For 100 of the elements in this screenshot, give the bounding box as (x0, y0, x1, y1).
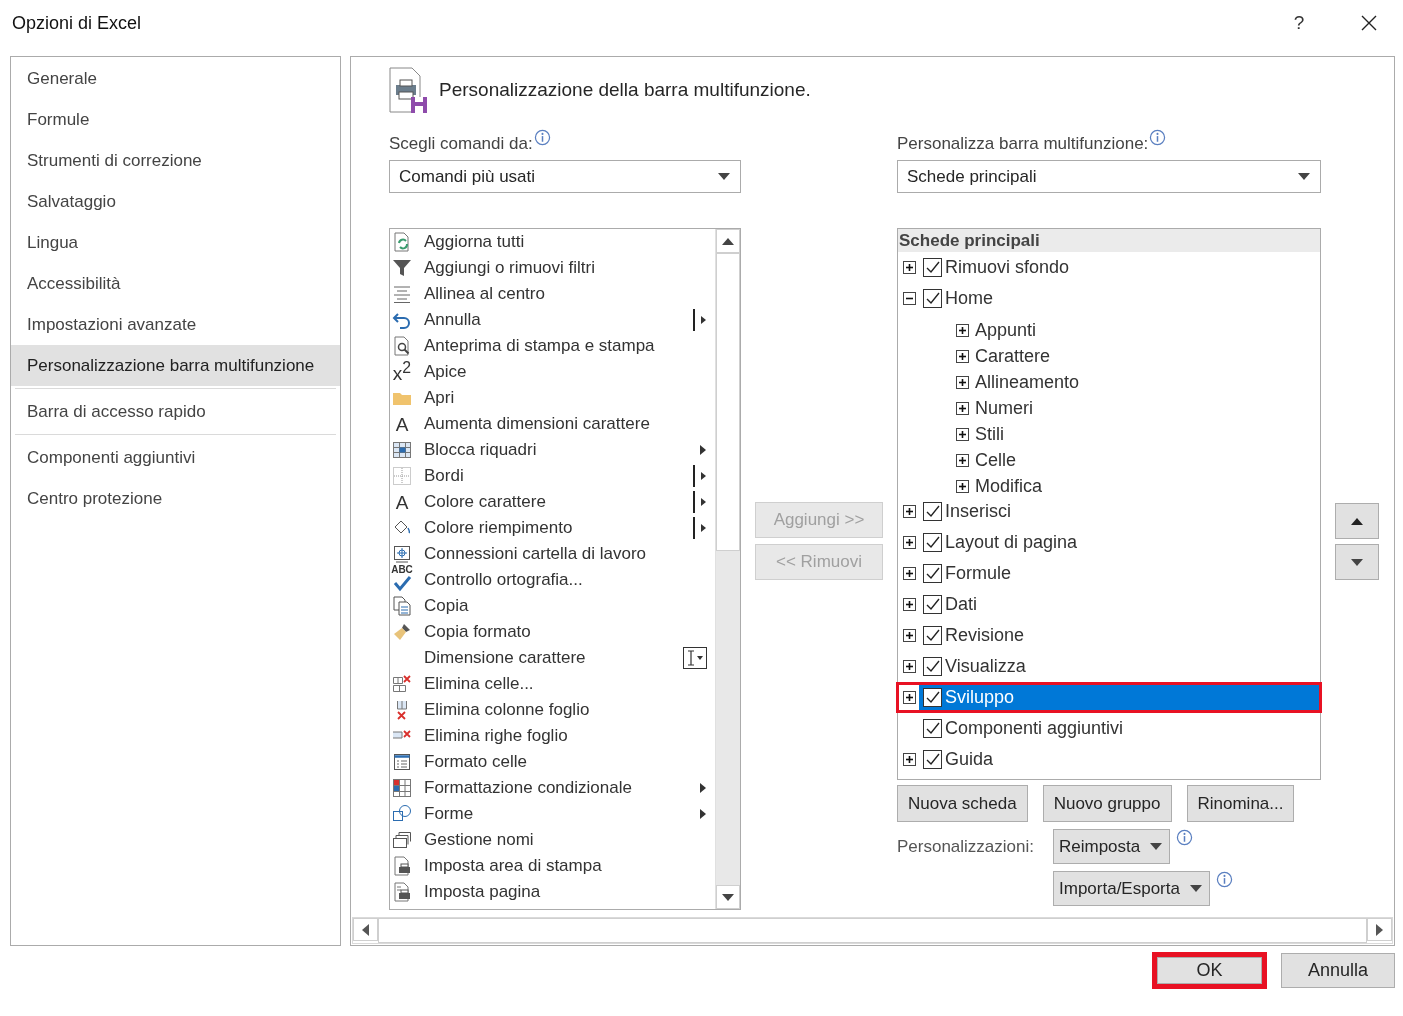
command-item[interactable]: A Colore carattere (390, 489, 715, 515)
tree-item[interactable]: Carattere (898, 343, 1320, 369)
tree-item[interactable]: Rimuovi sfondo (896, 252, 1322, 283)
nav-item[interactable]: Accessibilità (11, 263, 340, 304)
nav-item[interactable]: Formule (11, 99, 340, 140)
import-export-button[interactable]: Importa/Esporta (1053, 871, 1210, 906)
tree-item[interactable]: Dati (896, 589, 1322, 620)
ribbon-dropdown[interactable]: Schede principali (897, 160, 1321, 193)
tree-label: Celle (975, 449, 1017, 471)
command-item[interactable]: Blocca riquadri (390, 437, 715, 463)
command-item[interactable]: Elimina colonne foglio (390, 697, 715, 723)
nav-item[interactable]: Barra di accesso rapido (11, 391, 340, 432)
tree-item[interactable]: Sviluppo (896, 682, 1322, 713)
command-label: Elimina colonne foglio (424, 700, 590, 720)
command-item[interactable]: Apri (390, 385, 715, 411)
command-label: Apri (424, 388, 455, 408)
command-label: Anteprima di stampa e stampa (424, 336, 655, 356)
command-label: Aumenta dimensioni carattere (424, 414, 650, 434)
tree-label: Layout di pagina (945, 532, 1078, 553)
tree-header: Schede principali (898, 229, 1320, 252)
tree-label: Home (945, 288, 993, 309)
tree-item[interactable]: Componenti aggiuntivi (896, 713, 1322, 744)
command-item[interactable]: Elimina righe foglio (390, 723, 715, 749)
command-item[interactable]: A Aumenta dimensioni carattere (390, 411, 715, 437)
tree-action-button[interactable]: Nuova scheda (897, 785, 1028, 822)
tree-item[interactable]: Appunti (898, 317, 1320, 343)
tree-label: Guida (945, 749, 994, 770)
tree-item[interactable]: Layout di pagina (896, 527, 1322, 558)
command-item[interactable]: Copia formato (390, 619, 715, 645)
command-item[interactable]: Elimina celle... (390, 671, 715, 697)
command-item[interactable]: Imposta pagina (390, 879, 715, 905)
tree-item[interactable]: Modifica (898, 473, 1320, 499)
font-glyph: x$^{2}$ (392, 360, 412, 384)
command-item[interactable]: Dimensione carattere (390, 645, 715, 671)
command-label: Copia (424, 596, 469, 616)
tree-item[interactable]: Revisione (896, 620, 1322, 651)
command-label: Elimina celle... (424, 674, 534, 694)
dropdown-value: Schede principali (907, 166, 1037, 187)
nav-item[interactable]: Componenti aggiuntivi (11, 437, 340, 478)
command-label: Aggiungi o rimuovi filtri (424, 258, 595, 278)
tree-item[interactable]: Celle (898, 447, 1320, 473)
command-item[interactable]: ABC Controllo ortografia... (390, 567, 715, 593)
tree-label: Revisione (945, 625, 1025, 646)
tree-label: Inserisci (945, 501, 1011, 522)
window-title: Opzioni di Excel (12, 12, 143, 34)
command-item[interactable]: Formattazione condizionale (390, 775, 715, 801)
tree-label: Rimuovi sfondo (945, 257, 1070, 278)
help-button[interactable]: ? (1289, 12, 1309, 34)
nav-item[interactable]: Strumenti di correzione (11, 140, 340, 181)
dialog-button[interactable]: Annulla (1281, 953, 1395, 988)
command-item[interactable]: Bordi (390, 463, 715, 489)
command-label: Controllo ortografia... (424, 570, 583, 590)
command-item[interactable]: Allinea al centro (390, 281, 715, 307)
nav-item[interactable]: Centro protezione (11, 478, 340, 519)
command-label: Colore riempimento (424, 518, 573, 538)
tree-label: Numeri (975, 397, 1033, 419)
command-label: Dimensione carattere (424, 648, 586, 668)
commands-dropdown[interactable]: Comandi più usati (389, 160, 741, 193)
tree-item[interactable]: Guida (896, 744, 1322, 775)
dialog-button[interactable]: OK (1152, 952, 1267, 989)
tree-item[interactable]: Allineamento (898, 369, 1320, 395)
command-item[interactable]: Aggiorna tutti (390, 229, 715, 255)
tree-item[interactable]: Inserisci (896, 496, 1322, 527)
command-label: Imposta pagina (424, 882, 541, 902)
command-item[interactable]: Annulla (390, 307, 715, 333)
tree-item[interactable]: Numeri (898, 395, 1320, 421)
tree-item[interactable]: Home (896, 283, 1322, 314)
command-item[interactable]: x$^{2}$ Apice (390, 359, 715, 385)
reset-button[interactable]: Reimposta (1053, 829, 1171, 864)
nav-item[interactable]: Salvataggio (11, 181, 340, 222)
command-label: Formato celle (424, 752, 527, 772)
tree-action-button[interactable]: Nuovo gruppo (1042, 785, 1172, 822)
tree-label: Componenti aggiuntivi (945, 718, 1124, 739)
tree-label: Sviluppo (945, 687, 1015, 708)
tree-label: Allineamento (975, 371, 1080, 393)
tree-item[interactable]: Stili (898, 421, 1320, 447)
nav-item[interactable]: Personalizzazione barra multifunzione (11, 345, 340, 386)
command-item[interactable]: Anteprima di stampa e stampa (390, 333, 715, 359)
command-item[interactable]: Formato celle (390, 749, 715, 775)
command-label: Elimina righe foglio (424, 726, 568, 746)
command-label: Colore carattere (424, 492, 546, 512)
nav-item[interactable]: Lingua (11, 222, 340, 263)
command-item[interactable]: Aggiungi o rimuovi filtri (390, 255, 715, 281)
command-item[interactable]: Colore riempimento (390, 515, 715, 541)
tree-label: Modifica (975, 475, 1043, 497)
tree-item[interactable]: Visualizza (896, 651, 1322, 682)
nav-item[interactable]: Impostazioni avanzate (11, 304, 340, 345)
tree-item[interactable]: Formule (896, 558, 1322, 589)
font-glyph: A (395, 414, 409, 434)
tree-action-button[interactable]: Rinomina... (1186, 785, 1295, 822)
command-label: Blocca riquadri (424, 440, 537, 460)
command-item[interactable]: Imposta area di stampa (390, 853, 715, 879)
command-item[interactable]: Forme (390, 801, 715, 827)
command-item[interactable]: Gestione nomi (390, 827, 715, 853)
tree-label: Formule (945, 563, 1011, 584)
nav-item[interactable]: Generale (11, 58, 340, 99)
command-label: Gestione nomi (424, 830, 534, 850)
field-label: Scegli comandi da: (389, 134, 533, 154)
font-glyph: A (395, 492, 409, 512)
command-item[interactable]: Copia (390, 593, 715, 619)
